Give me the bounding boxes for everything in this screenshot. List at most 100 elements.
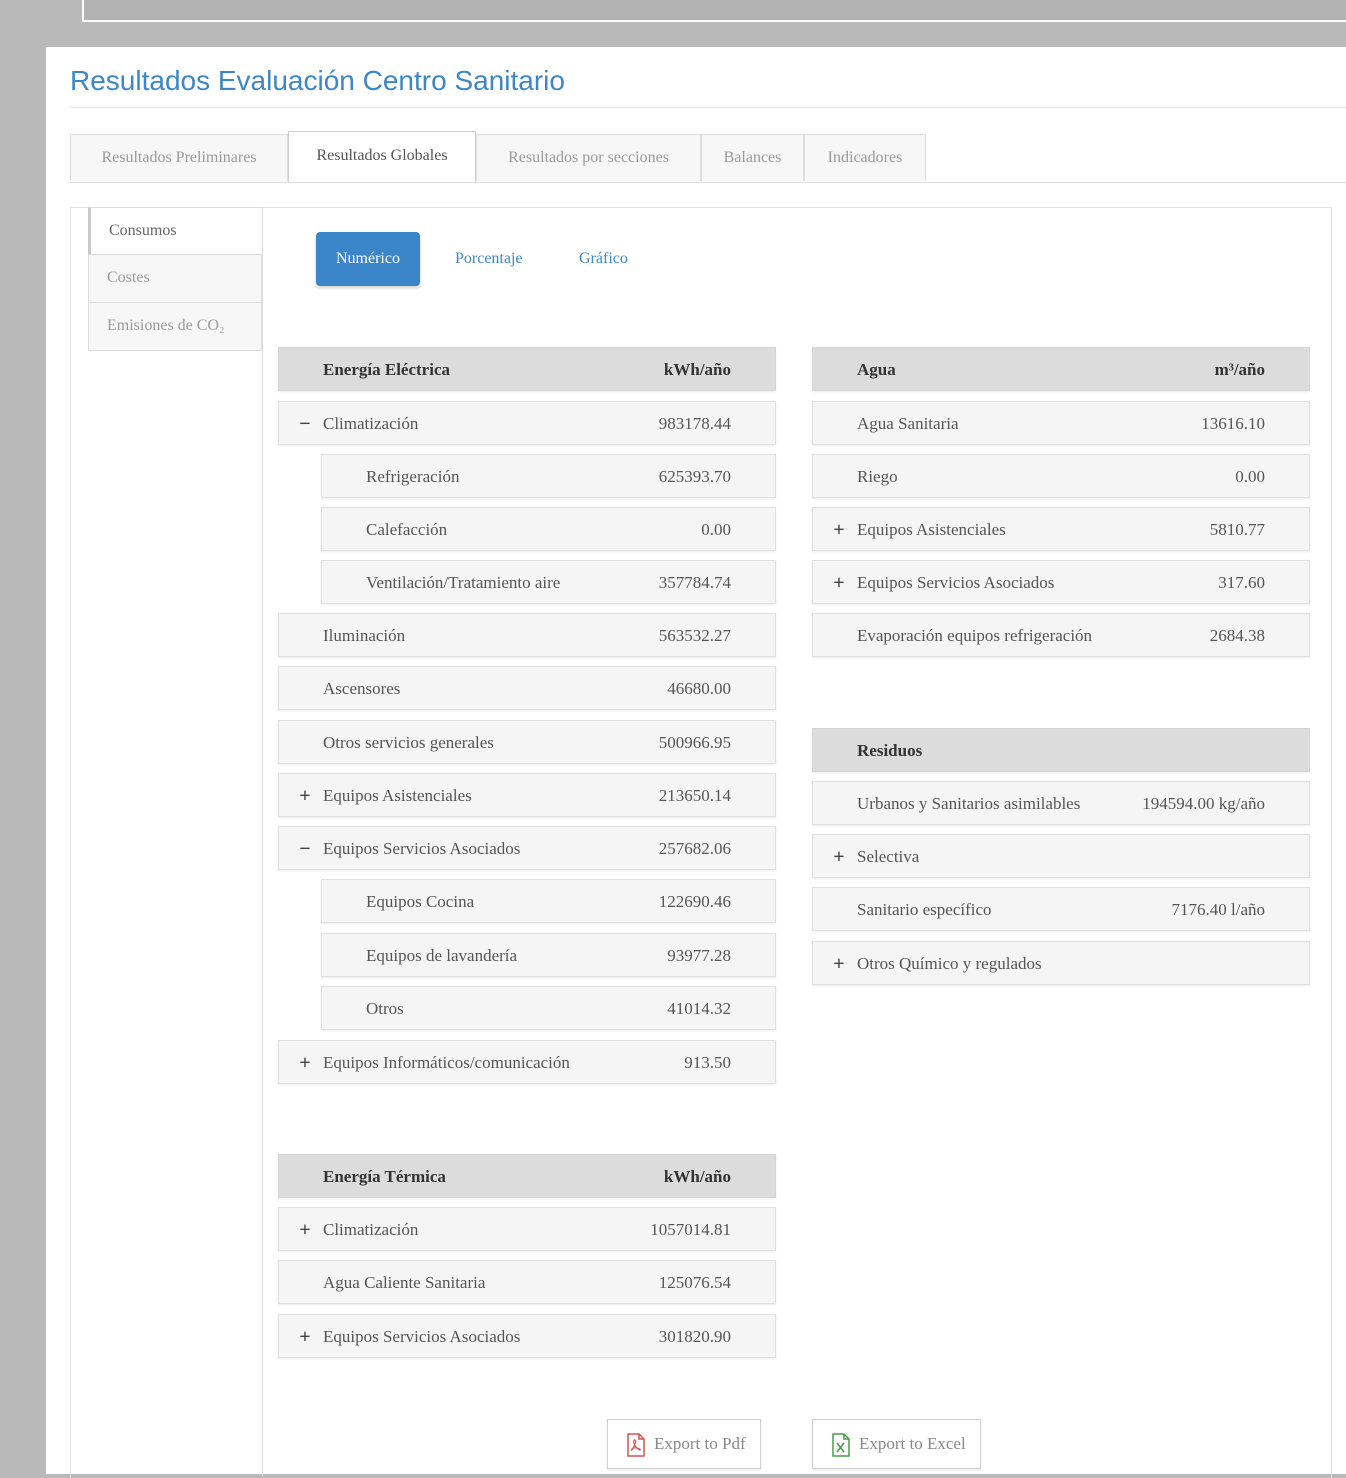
electric-row-refrigeracion: Refrigeración 625393.70	[321, 454, 776, 498]
row-label: Agua Sanitaria	[857, 414, 959, 433]
row-label: Agua Caliente Sanitaria	[323, 1273, 486, 1292]
electric-row-iluminacion: Iluminación 563532.27	[278, 613, 776, 657]
export-excel-button[interactable]: Export to Excel	[812, 1419, 981, 1469]
expand-icon[interactable]: +	[296, 1315, 314, 1359]
row-label: Iluminación	[323, 626, 406, 645]
tab-indicadores[interactable]: Indicadores	[804, 134, 926, 181]
thermal-row-climatizacion[interactable]: + Climatización 1057014.81	[278, 1207, 776, 1251]
side-tab-costes[interactable]: Costes	[88, 255, 262, 303]
pdf-file-icon	[627, 1433, 645, 1457]
row-value: 2684.38	[1209, 626, 1265, 645]
expand-icon[interactable]: +	[296, 774, 314, 818]
row-value: 625393.70	[658, 467, 731, 486]
electric-row-equipos-servicios[interactable]: − Equipos Servicios Asociados 257682.06	[278, 826, 776, 870]
electric-row-calefaccion: Calefacción 0.00	[321, 507, 776, 551]
row-label: Evaporación equipos refrigeración	[857, 626, 1093, 645]
row-label: Equipos Servicios Asociados	[323, 839, 521, 858]
side-tab-emisiones[interactable]: Emisiones de CO₂	[88, 303, 262, 351]
row-label: Calefacción	[366, 520, 448, 539]
water-row-equipos-servicios[interactable]: + Equipos Servicios Asociados 317.60	[812, 560, 1310, 604]
row-label: Urbanos y Sanitarios asimilables	[857, 794, 1081, 813]
tab-resultados-preliminares[interactable]: Resultados Preliminares	[70, 134, 288, 181]
thermal-header: Energía Térmica kWh/año	[278, 1154, 776, 1198]
row-value: 7176.40 l/año	[1171, 900, 1266, 919]
main-tabs: Resultados Preliminares Resultados Globa…	[70, 131, 1346, 183]
collapse-icon[interactable]: −	[296, 402, 314, 446]
row-value: 122690.46	[658, 892, 731, 911]
expand-icon[interactable]: +	[830, 561, 848, 605]
row-value: 213650.14	[658, 786, 731, 805]
excel-file-icon	[832, 1433, 850, 1457]
row-label: Equipos de lavandería	[366, 946, 518, 965]
thermal-title: Energía Térmica	[323, 1167, 446, 1186]
row-value: 13616.10	[1201, 414, 1265, 433]
waste-header: Residuos	[812, 728, 1310, 772]
row-label: Riego	[857, 467, 898, 486]
row-label: Otros	[366, 999, 404, 1018]
pill-porcentaje[interactable]: Porcentaje	[455, 232, 523, 286]
electric-row-ventilacion: Ventilación/Tratamiento aire 357784.74	[321, 560, 776, 604]
row-value: 257682.06	[658, 839, 731, 858]
electric-row-informaticos[interactable]: + Equipos Informáticos/comunicación 913.…	[278, 1040, 776, 1084]
side-divider	[262, 207, 263, 1477]
row-value: 194594.00 kg/año	[1142, 794, 1265, 813]
thermal-row-equipos-servicios[interactable]: + Equipos Servicios Asociados 301820.90	[278, 1314, 776, 1358]
water-row-riego: Riego 0.00	[812, 454, 1310, 498]
row-value: 93977.28	[667, 946, 731, 965]
expand-icon[interactable]: +	[296, 1041, 314, 1085]
export-pdf-button[interactable]: Export to Pdf	[607, 1419, 761, 1469]
expand-icon[interactable]: +	[296, 1208, 314, 1252]
row-label: Refrigeración	[366, 467, 460, 486]
water-title: Agua	[857, 360, 896, 379]
top-bar	[82, 0, 1346, 22]
row-label: Selectiva	[857, 847, 920, 866]
collapse-icon[interactable]: −	[296, 827, 314, 871]
waste-title: Residuos	[857, 741, 923, 760]
row-value: 317.60	[1218, 573, 1265, 592]
row-label: Climatización	[323, 1220, 419, 1239]
row-value: 125076.54	[658, 1273, 731, 1292]
electric-unit: kWh/año	[663, 360, 731, 379]
pill-grafico[interactable]: Gráfico	[579, 232, 628, 286]
side-tabs: Consumos Costes Emisiones de CO₂	[88, 207, 262, 351]
export-pdf-label: Export to Pdf	[654, 1434, 746, 1453]
row-value: 563532.27	[658, 626, 731, 645]
expand-icon[interactable]: +	[830, 835, 848, 879]
row-value: 983178.44	[658, 414, 731, 433]
row-value: 0.00	[1235, 467, 1265, 486]
row-value: 301820.90	[658, 1327, 731, 1346]
row-label: Otros servicios generales	[323, 733, 494, 752]
row-label: Equipos Cocina	[366, 892, 475, 911]
row-value: 500966.95	[658, 733, 731, 752]
main-panel: Resultados Evaluación Centro Sanitario R…	[46, 47, 1346, 1478]
row-label: Equipos Asistenciales	[857, 520, 1006, 539]
row-label: Ventilación/Tratamiento aire	[366, 573, 561, 592]
row-label: Equipos Servicios Asociados	[323, 1327, 521, 1346]
tab-resultados-por-secciones[interactable]: Resultados por secciones	[476, 134, 701, 181]
water-row-sanitaria: Agua Sanitaria 13616.10	[812, 401, 1310, 445]
title-divider	[70, 107, 1346, 108]
water-row-equipos-asistenciales[interactable]: + Equipos Asistenciales 5810.77	[812, 507, 1310, 551]
tab-resultados-globales[interactable]: Resultados Globales	[288, 131, 476, 182]
expand-icon[interactable]: +	[830, 942, 848, 986]
waste-row-selectiva[interactable]: + Selectiva	[812, 834, 1310, 878]
row-label: Sanitario específico	[857, 900, 992, 919]
pill-numerico[interactable]: Numérico	[316, 232, 420, 286]
side-tab-consumos[interactable]: Consumos	[88, 207, 262, 255]
row-label: Equipos Informáticos/comunicación	[323, 1053, 570, 1072]
expand-icon[interactable]: +	[830, 508, 848, 552]
electric-row-equipos-asistenciales[interactable]: + Equipos Asistenciales 213650.14	[278, 773, 776, 817]
electric-row-otros: Otros 41014.32	[321, 986, 776, 1030]
row-label: Otros Químico y regulados	[857, 954, 1042, 973]
water-unit: m³/año	[1214, 360, 1265, 379]
row-value: 41014.32	[667, 999, 731, 1018]
electric-row-lavanderia: Equipos de lavandería 93977.28	[321, 933, 776, 977]
page-title: Resultados Evaluación Centro Sanitario	[70, 65, 565, 96]
electric-row-climatizacion[interactable]: − Climatización 983178.44	[278, 401, 776, 445]
electric-header: Energía Eléctrica kWh/año	[278, 347, 776, 391]
thermal-unit: kWh/año	[663, 1167, 731, 1186]
tab-balances[interactable]: Balances	[701, 134, 804, 181]
row-value: 0.00	[701, 520, 731, 539]
waste-row-quimico[interactable]: + Otros Químico y regulados	[812, 941, 1310, 985]
row-value: 1057014.81	[650, 1220, 731, 1239]
